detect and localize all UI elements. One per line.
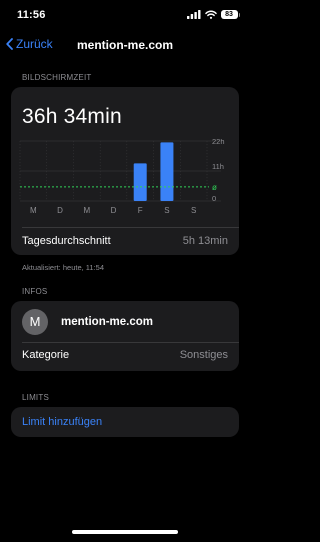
chart-x-label: M [30,206,37,215]
app-name: mention-me.com [61,316,154,328]
status-time: 11:56 [17,9,46,21]
add-limit-button[interactable]: Limit hinzufügen [22,416,102,428]
average-value: 5h 13min [182,235,228,247]
cellular-signal-icon [186,10,200,19]
chart-y-tick-label: 0 [212,194,216,203]
battery-level: 83 [220,10,238,19]
divider [22,227,239,228]
status-bar: 11:56 83 [0,0,250,30]
screen-time-card[interactable]: 36h 34min ø 22h 11h 0 M D M D F S S Tagesdurchsc… [11,87,239,255]
page-title: mention-me.com [76,38,173,52]
status-icons: 83 [186,10,240,19]
chart-x-label: D [111,206,117,215]
chart-bar [160,142,174,201]
chart-y-tick-label: 11h [212,162,224,171]
category-value: Sonstiges [179,349,228,361]
usage-chart: ø 22h 11h 0 M D M D F S S [19,139,225,215]
updated-timestamp: Aktualisiert: heute, 11:54 [22,263,104,272]
chart-bar [133,163,147,201]
chart-x-label: S [191,206,196,215]
chart-y-tick-label: 22h [212,139,225,146]
home-indicator [72,530,178,534]
average-label: Tagesdurchschnitt [22,235,111,247]
chart-x-label: D [57,206,63,215]
wifi-icon [204,10,217,19]
chart-average-marker: ø [212,183,217,192]
battery-icon: 83 [220,10,240,19]
limits-card: Limit hinzufügen [11,407,239,437]
chart-x-label: F [138,206,143,215]
category-label: Kategorie [22,349,70,361]
navigation-bar: Zurück mention-me.com [0,30,250,58]
chart-x-label: M [83,206,90,215]
infos-card: M mention-me.com Kategorie Sonstiges [11,301,239,371]
section-label-limits: LIMITS [22,393,49,402]
section-label-infos: INFOS [22,287,48,296]
avatar: M [22,309,48,335]
chart-x-label: S [164,206,169,215]
divider [22,342,239,343]
section-label-screen-time: BILDSCHIRMZEIT [22,73,92,82]
screen-time-total: 36h 34min [22,105,122,128]
